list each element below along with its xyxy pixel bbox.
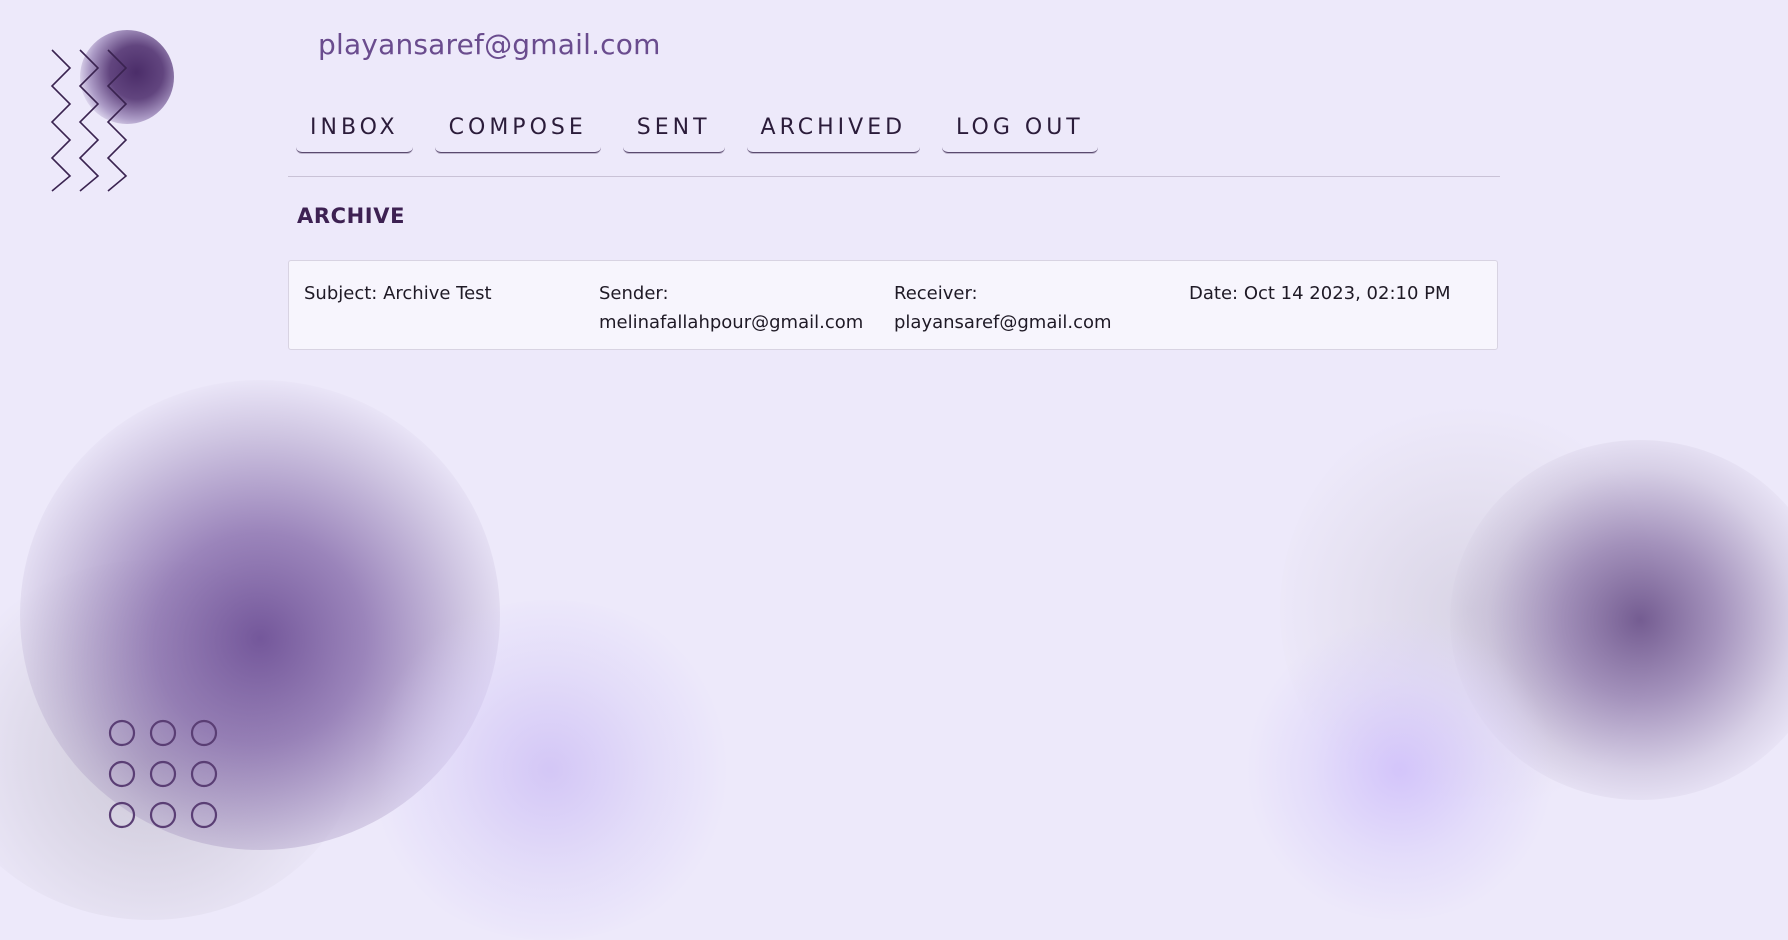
background-blob-right-purple — [1450, 440, 1788, 800]
email-date: Date: Oct 14 2023, 02:10 PM — [1189, 279, 1451, 308]
section-title: ARCHIVE — [297, 204, 406, 228]
receiver-label: Receiver: — [894, 283, 978, 304]
circle-grid-decoration — [108, 719, 218, 829]
receiver-value: playansaref@gmail.com — [894, 312, 1112, 333]
background-blob-left-purple — [20, 380, 500, 850]
main-nav: INBOX COMPOSE SENT ARCHIVED LOG OUT — [296, 110, 1098, 153]
email-list-item[interactable]: Subject: Archive Test Sender: melinafall… — [288, 260, 1498, 350]
zigzag-decoration — [50, 49, 128, 192]
nav-inbox-button[interactable]: INBOX — [296, 110, 413, 153]
email-subject: Subject: Archive Test — [304, 279, 492, 308]
nav-divider — [288, 176, 1500, 177]
background-blob-right-lilac — [1240, 620, 1560, 920]
email-receiver: Receiver: playansaref@gmail.com — [894, 279, 1112, 337]
subject-label: Subject: — [304, 283, 378, 304]
nav-archived-button[interactable]: ARCHIVED — [746, 110, 921, 153]
background-blob-right-gray — [1280, 400, 1660, 820]
background-blob-left-lilac — [360, 600, 740, 940]
subject-value: Archive Test — [383, 283, 492, 304]
nav-sent-button[interactable]: SENT — [622, 110, 725, 153]
date-value: Oct 14 2023, 02:10 PM — [1243, 283, 1451, 304]
nav-logout-button[interactable]: LOG OUT — [942, 110, 1098, 153]
user-email: playansaref@gmail.com — [318, 28, 661, 61]
nav-compose-button[interactable]: COMPOSE — [434, 110, 601, 153]
sender-label: Sender: — [599, 283, 669, 304]
email-sender: Sender: melinafallahpour@gmail.com — [599, 279, 863, 337]
sender-value: melinafallahpour@gmail.com — [599, 312, 864, 333]
date-label: Date: — [1189, 283, 1239, 304]
